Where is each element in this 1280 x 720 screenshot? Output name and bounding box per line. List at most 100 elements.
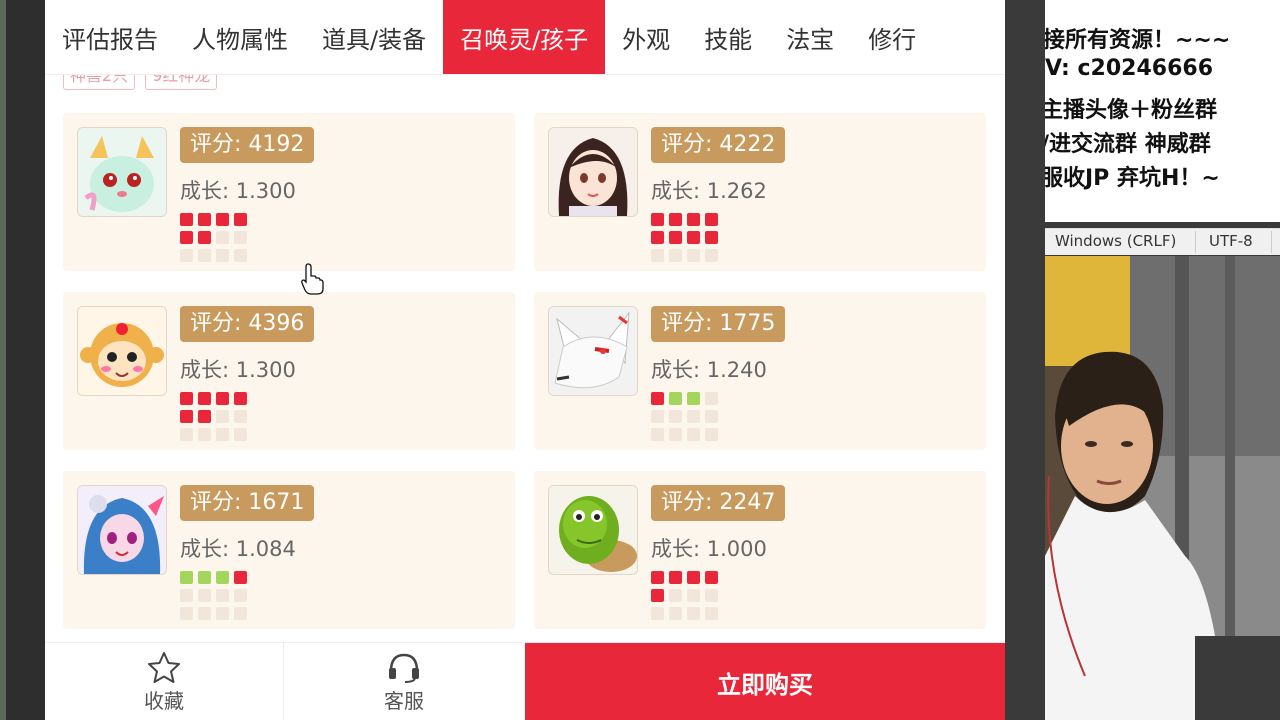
- pet-score: 评分: 4396: [180, 306, 315, 342]
- skill-slot: [198, 410, 211, 423]
- customer-service-label: 客服: [384, 688, 424, 713]
- empty-skill-slot: [216, 589, 229, 602]
- pet-growth: 成长: 1.000: [651, 537, 767, 561]
- skill-slot: [669, 571, 682, 584]
- category-tab-bar: 评估报告 人物属性 道具/装备 召唤灵/孩子 外观 技能 法宝 修行: [45, 0, 1005, 75]
- pet-card[interactable]: 评分: 4396 成长: 1.300: [63, 292, 515, 450]
- skill-slot: [669, 231, 682, 244]
- skill-slot: [198, 213, 211, 226]
- empty-skill-slot: [180, 249, 193, 262]
- empty-skill-slot: [234, 231, 247, 244]
- skill-slot: [651, 392, 664, 405]
- tab-summons-children[interactable]: 召唤灵/孩子: [443, 0, 606, 74]
- skill-slot: [198, 571, 211, 584]
- skill-slot: [234, 392, 247, 405]
- overlay-line: 接所有资源！~~~: [1045, 28, 1231, 53]
- pet-growth: 成长: 1.262: [651, 179, 767, 203]
- skill-slot: [687, 571, 700, 584]
- pet-card[interactable]: 评分: 4192 成长: 1.300: [63, 113, 515, 271]
- tab-evaluation-report[interactable]: 评估报告: [45, 0, 175, 74]
- skill-slot: [180, 213, 193, 226]
- tab-character-attributes[interactable]: 人物属性: [175, 0, 305, 74]
- skill-slot: [216, 213, 229, 226]
- skill-slot: [180, 410, 193, 423]
- encoding-status[interactable]: UTF-8: [1209, 232, 1253, 250]
- pet-card[interactable]: 评分: 1775 成长: 1.240: [534, 292, 986, 450]
- skill-slot: [705, 231, 718, 244]
- pet-card[interactable]: 评分: 1671 成长: 1.084: [63, 471, 515, 629]
- status-separator: [1195, 231, 1196, 253]
- skill-slot: [198, 231, 211, 244]
- bottom-action-bar: 收藏 客服 立即购买: [45, 642, 1005, 720]
- empty-skill-slot: [216, 428, 229, 441]
- empty-skill-slot: [687, 589, 700, 602]
- empty-skill-slot: [687, 607, 700, 620]
- empty-skill-slot: [234, 607, 247, 620]
- pet-score: 评分: 4222: [651, 127, 786, 163]
- green-dragon-pet-icon: [77, 127, 167, 217]
- left-background-strip: [0, 0, 45, 720]
- favorite-button[interactable]: 收藏: [45, 643, 284, 720]
- empty-skill-slot: [705, 428, 718, 441]
- skill-slot: [216, 392, 229, 405]
- tab-skills[interactable]: 技能: [687, 0, 769, 74]
- empty-skill-slot: [687, 428, 700, 441]
- empty-skill-slot: [687, 249, 700, 262]
- empty-skill-slot: [669, 410, 682, 423]
- empty-skill-slot: [180, 607, 193, 620]
- skill-slot: [687, 231, 700, 244]
- status-separator: [1271, 231, 1272, 253]
- empty-skill-slot: [705, 589, 718, 602]
- trade-detail-panel: 评估报告 人物属性 道具/装备 召唤灵/孩子 外观 技能 法宝 修行 神兽2只 …: [45, 0, 1005, 720]
- empty-skill-slot: [216, 607, 229, 620]
- webcam-feed: [1045, 256, 1280, 720]
- buy-now-button[interactable]: 立即购买: [525, 643, 1005, 720]
- editor-status-bar: Windows (CRLF) UTF-8: [1045, 228, 1280, 255]
- empty-skill-slot: [705, 410, 718, 423]
- skill-slot: [669, 392, 682, 405]
- skill-slot: [669, 213, 682, 226]
- empty-skill-slot: [651, 607, 664, 620]
- window-edge: [0, 0, 6, 720]
- skill-slot: [180, 231, 193, 244]
- tab-items-equipment[interactable]: 道具/装备: [305, 0, 443, 74]
- overlay-line: 服收JP 弃坑H！~: [1045, 166, 1220, 191]
- empty-skill-slot: [198, 249, 211, 262]
- empty-skill-slot: [234, 589, 247, 602]
- tab-cultivation[interactable]: 修行: [851, 0, 933, 74]
- skill-slot: [234, 213, 247, 226]
- line-ending-status[interactable]: Windows (CRLF): [1055, 232, 1176, 250]
- empty-skill-slot: [669, 589, 682, 602]
- skill-slot: [651, 589, 664, 602]
- pet-growth: 成长: 1.300: [180, 358, 296, 382]
- empty-skill-slot: [234, 428, 247, 441]
- empty-skill-slot: [198, 589, 211, 602]
- pet-skill-grid: [180, 571, 247, 620]
- pet-skill-grid: [651, 571, 718, 620]
- pet-score: 评分: 4192: [180, 127, 315, 163]
- empty-skill-slot: [180, 428, 193, 441]
- pet-growth: 成长: 1.240: [651, 358, 767, 382]
- pet-card[interactable]: 评分: 2247 成长: 1.000: [534, 471, 986, 629]
- tab-treasures[interactable]: 法宝: [769, 0, 851, 74]
- tab-appearance[interactable]: 外观: [605, 0, 687, 74]
- customer-service-button[interactable]: 客服: [284, 643, 524, 720]
- empty-skill-slot: [669, 249, 682, 262]
- skill-slot: [651, 213, 664, 226]
- hand-pointer-cursor-icon: [301, 263, 324, 295]
- pet-card[interactable]: 评分: 4222 成长: 1.262: [534, 113, 986, 271]
- turtle-pet-icon: [548, 485, 638, 575]
- skill-slot: [651, 571, 664, 584]
- skill-slot: [705, 213, 718, 226]
- empty-skill-slot: [669, 607, 682, 620]
- pet-growth: 成长: 1.084: [180, 537, 296, 561]
- empty-skill-slot: [234, 249, 247, 262]
- headset-icon: [389, 653, 419, 683]
- monkey-pet-icon: [77, 306, 167, 396]
- pet-growth: 成长: 1.300: [180, 179, 296, 203]
- skill-slot: [687, 213, 700, 226]
- girl-pet-icon: [548, 127, 638, 217]
- skill-slot: [216, 571, 229, 584]
- empty-skill-slot: [651, 410, 664, 423]
- empty-skill-slot: [705, 607, 718, 620]
